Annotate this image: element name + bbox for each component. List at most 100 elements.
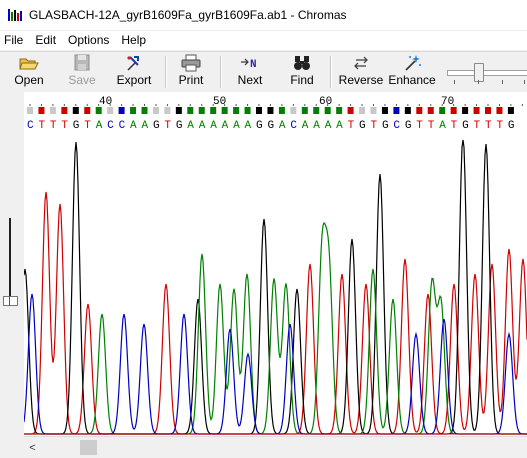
quality-block [233,107,240,114]
base-call: T [38,120,45,132]
menu-file[interactable]: File [0,31,29,50]
horizontal-scale-slider-track[interactable] [447,70,527,76]
quality-block [290,107,297,114]
quality-block [416,107,423,114]
base-call: G [405,120,412,132]
quality-block [485,107,491,114]
scrollbar-thumb[interactable] [80,440,97,455]
slider-tick [454,80,455,84]
quality-block [507,107,514,114]
svg-text:N: N [250,59,257,71]
base-call: A [439,120,446,132]
quality-block [347,107,354,114]
quality-block [27,107,33,114]
menu-bar: File Edit Options Help [0,31,527,50]
quality-block [118,107,125,114]
base-call: C [290,120,297,132]
slider-tick [478,80,479,84]
base-call: A [187,120,194,132]
quality-block [187,107,194,114]
ruler-tick-label: 50 [213,96,226,108]
quality-block [450,107,457,114]
quality-block [313,107,320,114]
enhance-wand-icon [401,54,423,72]
base-call: T [50,120,57,132]
reverse-button[interactable]: Reverse [338,54,384,90]
chromas-app-icon [7,7,23,23]
base-call: G [256,120,263,132]
open-button[interactable]: Open [6,54,52,90]
base-call: T [451,120,458,132]
vertical-scale-slider-track[interactable] [9,218,11,300]
toolbar-separator [165,56,167,88]
window-title: GLASBACH-12A_gyrB1609Fa_gyrB1609Fa.ab1 -… [29,8,347,22]
menu-help[interactable]: Help [115,31,152,50]
vertical-scale-slider-thumb[interactable] [3,296,18,306]
base-call: T [485,120,492,132]
quality-block [404,107,411,114]
quality-block [244,107,251,114]
quality-block [107,107,114,114]
base-call: A [233,120,240,132]
base-call: C [119,120,126,132]
vertical-scale-panel [0,92,24,436]
quality-block [221,107,228,114]
base-call: T [61,120,68,132]
quality-block [164,107,171,114]
quality-block [84,107,91,114]
trace-t [24,191,527,435]
ruler-tick-label: 60 [319,96,332,108]
base-call: G [382,120,389,132]
quality-block [324,107,331,114]
menu-edit[interactable]: Edit [29,31,62,50]
chromatogram-trace[interactable]: 40 50 60 70C T T T G T A C C A A G T G A A A A A A G G A C A A A A T G T G… [24,92,527,436]
quality-block [370,107,377,114]
base-call: G [153,120,160,132]
print-button[interactable]: Print [170,54,212,90]
export-button[interactable]: Export [111,54,157,90]
base-call: G [73,120,80,132]
base-call: T [348,120,355,132]
quality-block [130,107,137,114]
base-call: A [130,120,137,132]
base-call: A [199,120,206,132]
scroll-left-arrow[interactable]: < [24,437,41,458]
printer-icon [180,54,202,72]
chromatogram-view[interactable]: 40 50 60 70 C T T T G T A C C A A G T G A A A A A A G G A C A A A A T G T G… [24,92,527,436]
folder-open-icon [18,54,40,72]
save-button[interactable]: Save [59,54,105,90]
base-call: T [416,120,423,132]
quality-block [393,107,400,114]
base-call: A [302,120,309,132]
quality-block [381,107,388,114]
quality-block [152,107,159,114]
menu-options[interactable]: Options [62,31,115,50]
horizontal-scrollbar[interactable]: < [24,436,527,458]
quality-block [175,107,182,114]
base-call: T [84,120,91,132]
quality-block [256,107,262,114]
quality-block [61,107,68,114]
reverse-icon [350,54,372,72]
slider-tick [502,80,503,84]
base-call: A [210,120,217,132]
base-call: A [142,120,149,132]
binoculars-icon [291,54,313,72]
next-n-icon: N [239,54,261,72]
base-call: T [164,120,171,132]
base-call: A [222,120,229,132]
quality-block [359,107,366,114]
ruler-tick-label: 70 [441,96,454,108]
next-button[interactable]: N Next [229,54,271,90]
base-call: T [428,120,435,132]
quality-block [95,107,102,114]
quality-block [336,107,343,114]
quality-block [267,107,274,114]
base-call: G [267,120,274,132]
toolbar-separator [330,56,332,88]
base-call: A [245,120,252,132]
base-call: G [359,120,366,132]
enhance-button[interactable]: Enhance [388,54,436,90]
find-button[interactable]: Find [282,54,322,90]
horizontal-scale-slider-thumb[interactable] [474,63,484,82]
